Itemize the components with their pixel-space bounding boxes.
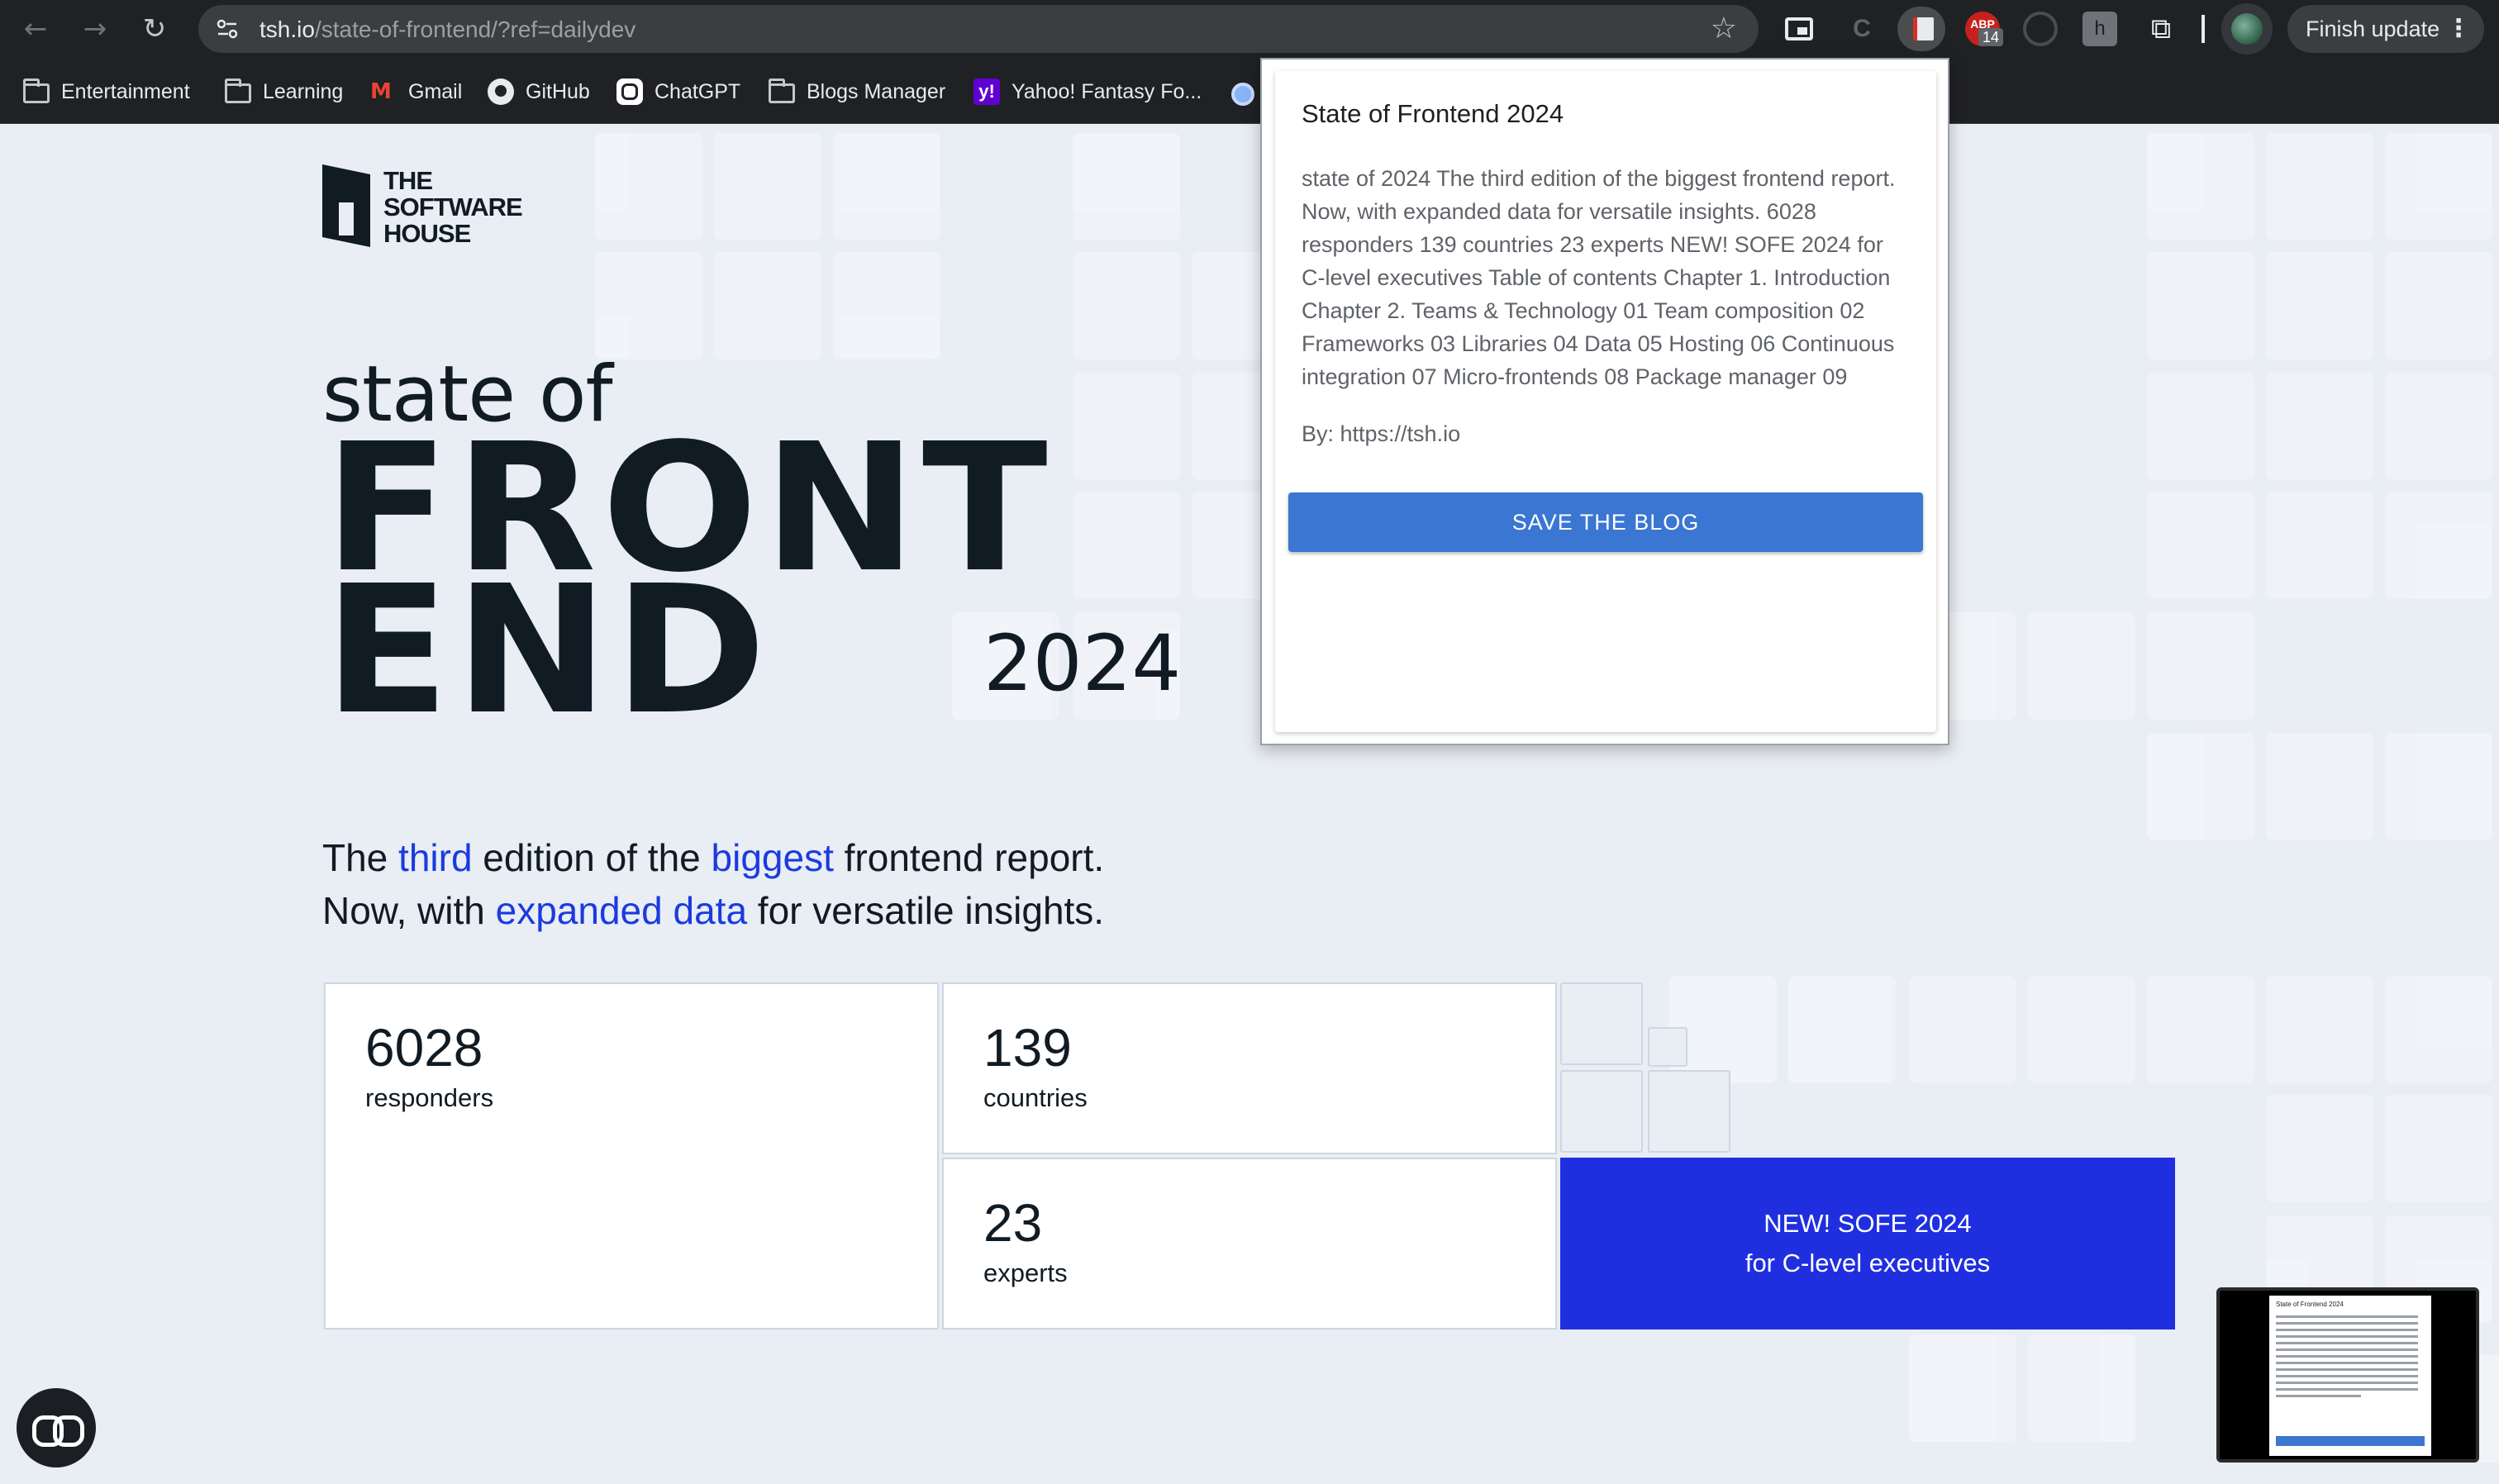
tagline-highlight: third bbox=[398, 836, 473, 879]
stat-label: countries bbox=[983, 1083, 1088, 1112]
forward-arrow-icon[interactable]: → bbox=[76, 10, 114, 48]
cta-line: for C-level executives bbox=[1745, 1249, 1991, 1277]
bookmark-yahoo-fantasy[interactable]: y! Yahoo! Fantasy Fo... bbox=[973, 78, 1202, 106]
extension-check-icon[interactable] bbox=[2023, 12, 2058, 46]
extension-h-icon[interactable]: h bbox=[2082, 12, 2117, 46]
popup-card: State of Frontend 2024 state of 2024 The… bbox=[1275, 71, 1936, 732]
url-host: tsh.io bbox=[259, 17, 315, 42]
cta-line: NEW! SOFE 2024 bbox=[1764, 1209, 1972, 1238]
decor-tile bbox=[1648, 1070, 1730, 1153]
extensions-puzzle-icon[interactable]: ⧉ bbox=[2144, 12, 2178, 46]
toolbar-divider bbox=[2202, 15, 2205, 43]
popup-source: By: https://tsh.io bbox=[1302, 421, 1461, 446]
logo-door-cutout bbox=[339, 202, 354, 235]
folder-icon bbox=[225, 78, 251, 103]
stat-value: 139 bbox=[983, 1018, 1072, 1077]
url-text[interactable]: tsh.io/state-of-frontend/?ref=dailydev bbox=[259, 17, 635, 43]
profile-avatar[interactable] bbox=[2221, 3, 2273, 55]
logo-line: SOFTWARE bbox=[383, 193, 523, 221]
yahoo-icon: y! bbox=[973, 78, 1000, 105]
kebab-menu-icon: ⋮ bbox=[2446, 15, 2471, 42]
picture-in-picture-window[interactable]: State of Frontend 2024 bbox=[2216, 1287, 2479, 1463]
hero-year: 2024 bbox=[983, 619, 1182, 709]
decor-tile bbox=[1560, 1070, 1643, 1153]
gmail-icon: M bbox=[370, 79, 392, 104]
tagline-text: frontend report. bbox=[833, 836, 1105, 879]
c-level-executives-button[interactable]: NEW! SOFE 2024 for C-level executives bbox=[1560, 1158, 2175, 1329]
bookmark-label: Yahoo! Fantasy Fo... bbox=[1011, 80, 1202, 103]
bookmark-label: ChatGPT bbox=[654, 80, 741, 103]
hero-end: END bbox=[324, 548, 772, 754]
bookmark-entertainment[interactable]: Entertainment bbox=[23, 78, 190, 106]
browser-toolbar: ← → ↻ tsh.io/state-of-frontend/?ref=dail… bbox=[0, 0, 2499, 58]
pip-preview: State of Frontend 2024 bbox=[2269, 1296, 2431, 1456]
stat-value: 6028 bbox=[365, 1018, 483, 1077]
bookmark-label: Gmail bbox=[408, 80, 463, 103]
logo-line: THE bbox=[383, 166, 433, 195]
adblock-count-badge: 14 bbox=[1978, 28, 2004, 46]
tagline-text: Now, with bbox=[322, 889, 496, 932]
tagline-text: for versatile insights. bbox=[747, 889, 1105, 932]
folder-icon bbox=[769, 78, 795, 103]
tagline-highlight: biggest bbox=[711, 836, 834, 879]
picture-in-picture-icon[interactable] bbox=[1785, 17, 1813, 40]
folder-icon bbox=[23, 78, 50, 103]
floating-link-icon[interactable] bbox=[17, 1388, 96, 1467]
bookmark-gmail[interactable]: M Gmail bbox=[370, 78, 462, 106]
url-path: /state-of-frontend/?ref=dailydev bbox=[314, 17, 636, 42]
globe-icon[interactable] bbox=[1231, 83, 1254, 106]
bookmark-chatgpt[interactable]: ChatGPT bbox=[616, 78, 740, 106]
save-blog-extension-icon[interactable] bbox=[1897, 7, 1945, 51]
tagline-highlight: expanded data bbox=[495, 889, 748, 932]
tagline-line-2: Now, with expanded data for versatile in… bbox=[322, 888, 1104, 933]
stat-card-responders: 6028 responders bbox=[324, 982, 939, 1329]
popup-summary[interactable]: state of 2024 The third edition of the b… bbox=[1302, 162, 1905, 397]
bookmark-label: Learning bbox=[263, 80, 344, 103]
tagline-text: edition of the bbox=[472, 836, 712, 879]
extension-c-icon[interactable]: C bbox=[1844, 12, 1879, 46]
bookmarks-bar: Entertainment Learning M Gmail GitHub Cha… bbox=[0, 58, 2499, 124]
tagline-line-1: The third edition of the biggest fronten… bbox=[322, 835, 1104, 880]
bookmark-label: Entertainment bbox=[61, 80, 190, 103]
stat-card-countries: 139 countries bbox=[942, 982, 1557, 1154]
software-house-logo[interactable]: THE SOFTWARE HOUSE bbox=[322, 164, 523, 255]
bookmark-label: GitHub bbox=[526, 80, 590, 103]
save-blog-popup: State of Frontend 2024 state of 2024 The… bbox=[1260, 58, 1949, 745]
bookmark-label: Blogs Manager bbox=[807, 80, 946, 103]
stat-label: responders bbox=[365, 1083, 494, 1112]
back-arrow-icon[interactable]: ← bbox=[17, 10, 55, 48]
save-the-blog-button[interactable]: SAVE THE BLOG bbox=[1288, 492, 1923, 552]
popup-title: State of Frontend 2024 bbox=[1302, 99, 1564, 128]
stat-value: 23 bbox=[983, 1193, 1043, 1253]
chatgpt-icon bbox=[616, 78, 643, 105]
bookmark-github[interactable]: GitHub bbox=[488, 78, 590, 106]
logo-line: HOUSE bbox=[383, 219, 471, 248]
decor-tile bbox=[1560, 982, 1643, 1065]
bookmark-learning[interactable]: Learning bbox=[225, 78, 343, 106]
logo-wordmark: THE SOFTWARE HOUSE bbox=[383, 166, 523, 248]
bookmark-star-icon[interactable]: ☆ bbox=[1711, 12, 1737, 45]
github-icon bbox=[488, 78, 514, 105]
decor-tile bbox=[1648, 1027, 1687, 1067]
pip-save-button bbox=[2276, 1436, 2425, 1446]
pip-title: State of Frontend 2024 bbox=[2276, 1301, 2344, 1308]
stat-card-experts: 23 experts bbox=[942, 1158, 1557, 1329]
bookmark-blogs-manager[interactable]: Blogs Manager bbox=[769, 78, 945, 106]
page-content: THE SOFTWARE HOUSE state of FRONT END 20… bbox=[0, 125, 2499, 1484]
finish-update-button[interactable]: Finish update ⋮ bbox=[2287, 5, 2484, 53]
stat-label: experts bbox=[983, 1258, 1068, 1287]
tagline-text: The bbox=[322, 836, 399, 879]
reload-icon[interactable]: ↻ bbox=[136, 10, 174, 48]
address-bar[interactable]: tsh.io/state-of-frontend/?ref=dailydev ☆ bbox=[198, 5, 1759, 53]
finish-update-label: Finish update bbox=[2306, 17, 2440, 41]
site-settings-icon[interactable] bbox=[215, 17, 240, 41]
pip-text-lines bbox=[2276, 1315, 2418, 1401]
